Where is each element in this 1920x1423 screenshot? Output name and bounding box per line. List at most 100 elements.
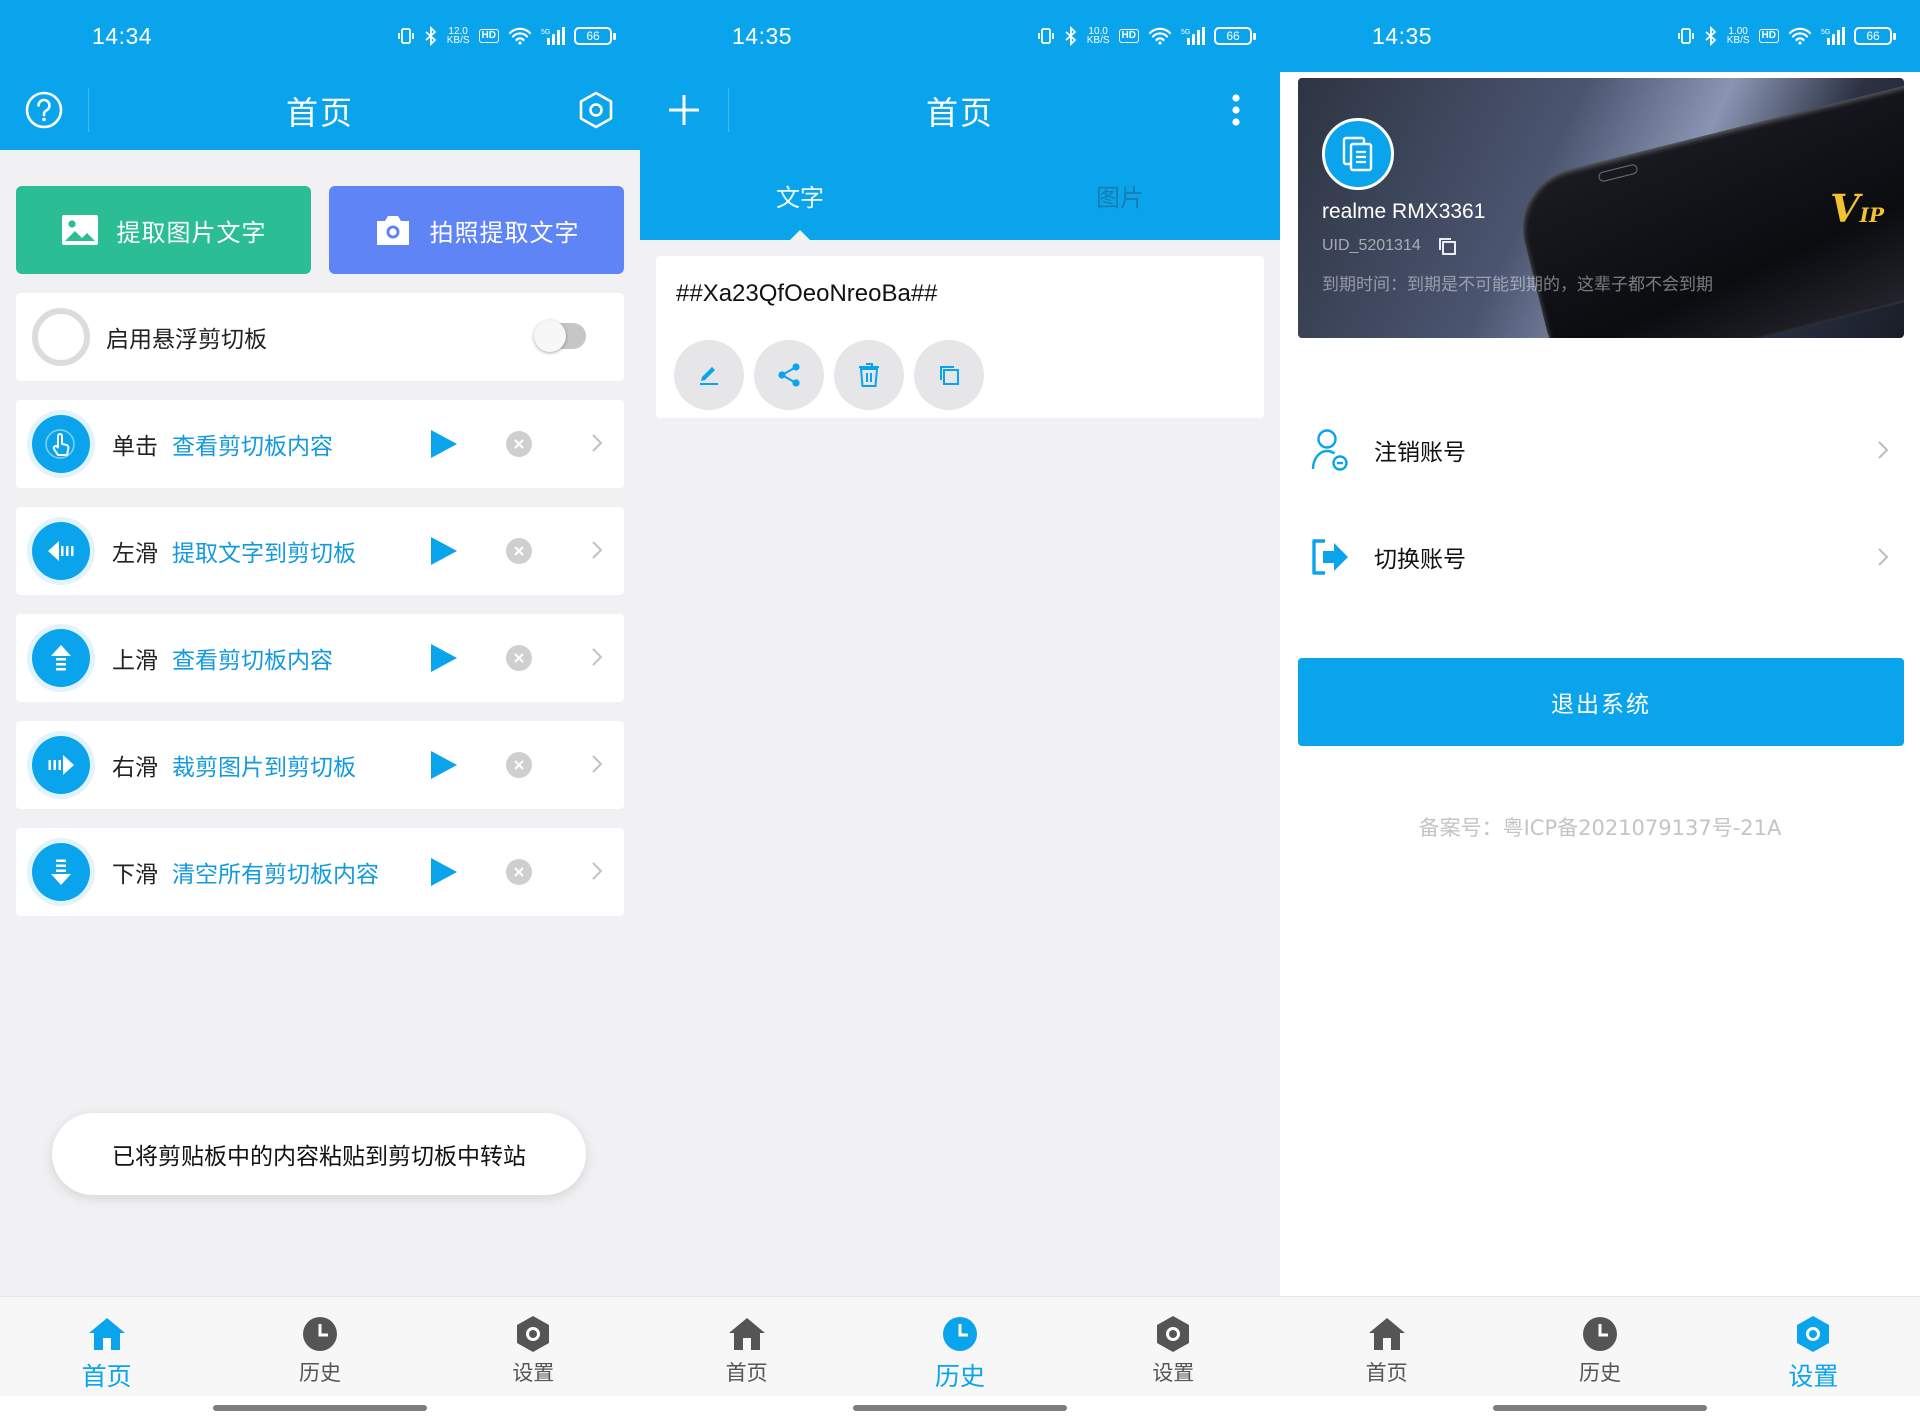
play-icon[interactable] (428, 857, 458, 887)
home-indicator[interactable] (213, 1405, 427, 1411)
gesture-row-swipe-left[interactable]: 左滑 提取文字到剪切板 (16, 507, 624, 595)
toolbar-separator (728, 88, 729, 132)
nav-history-label: 历史 (298, 1361, 341, 1385)
floating-clipboard-label: 启用悬浮剪切板 (106, 327, 267, 353)
vip-badge: VIP (1830, 186, 1884, 231)
nav-history[interactable]: 历史 (853, 1297, 1066, 1396)
home-indicator[interactable] (853, 1405, 1067, 1411)
help-icon (25, 91, 63, 129)
status-icons: 1.00 KB/S HD 5G 66 (1677, 26, 1896, 46)
battery-indicator: 66 (574, 27, 616, 45)
nav-home[interactable]: 首页 (640, 1297, 853, 1396)
help-button[interactable] (22, 88, 66, 132)
share-button[interactable] (754, 340, 824, 410)
clear-icon[interactable] (506, 538, 532, 564)
status-icons: 10.0 KB/S HD 5G 66 (1037, 26, 1256, 46)
nav-settings[interactable]: 设置 (1067, 1297, 1280, 1396)
gesture-row-tap[interactable]: 单击 查看剪切板内容 (16, 400, 624, 488)
clear-icon[interactable] (506, 752, 532, 778)
photo-extract-text-button[interactable]: 拍照提取文字 (329, 186, 624, 274)
bottom-nav: 首页 历史 设置 (1280, 1296, 1920, 1396)
trash-icon (859, 363, 879, 387)
gesture-action-link[interactable]: 清空所有剪切板内容 (172, 855, 412, 889)
status-time: 14:35 (732, 22, 793, 49)
gesture-action-link[interactable]: 裁剪图片到剪切板 (172, 748, 412, 782)
signal-icon: 5G (541, 27, 565, 45)
logout-arrow-icon (1312, 539, 1348, 575)
nav-history[interactable]: 历史 (1493, 1297, 1706, 1396)
chevron-right-icon (592, 648, 603, 666)
play-icon[interactable] (428, 429, 458, 459)
edit-button[interactable] (674, 340, 744, 410)
nav-history-label: 历史 (934, 1362, 985, 1391)
toolbar: 首页 (0, 72, 640, 150)
status-bar: 14:35 10.0 KB/S HD 5G 66 (640, 0, 1280, 72)
net-speed: 10.0 KB/S (1087, 27, 1110, 46)
nav-home[interactable]: 首页 (0, 1297, 213, 1396)
gesture-row-swipe-up[interactable]: 上滑 查看剪切板内容 (16, 614, 624, 702)
screen-history: 14:35 10.0 KB/S HD 5G 66 首页 文字 图片 ##Xa23… (640, 0, 1280, 1423)
nav-home[interactable]: 首页 (1280, 1297, 1493, 1396)
add-button[interactable] (662, 88, 706, 132)
copy-button[interactable] (914, 340, 984, 410)
nav-settings[interactable]: 设置 (427, 1297, 640, 1396)
play-icon[interactable] (428, 643, 458, 673)
extract-image-text-button[interactable]: 提取图片文字 (16, 186, 311, 274)
tab-image[interactable]: 图片 (960, 150, 1280, 240)
screen-home: 14:34 12.0 KB/S HD 5G 66 首页 提取图片文字 拍照提取文… (0, 0, 640, 1423)
clear-icon[interactable] (506, 645, 532, 671)
copy-icon[interactable] (1437, 236, 1457, 256)
gesture-name: 左滑 (112, 541, 158, 567)
nav-home-label: 首页 (81, 1362, 132, 1391)
delete-button[interactable] (834, 340, 904, 410)
hd-badge: HD (1118, 29, 1139, 43)
menu-cancel-account[interactable]: 注销账号 (1298, 400, 1904, 500)
photo-extract-text-label: 拍照提取文字 (429, 218, 580, 247)
nav-settings-label: 设置 (1152, 1361, 1195, 1385)
floating-clipboard-switch[interactable] (534, 320, 586, 352)
home-icon (88, 1318, 125, 1350)
device-name: realme RMX3361 (1322, 200, 1486, 223)
expire-text: 到期时间：到期是不可能到期的，这辈子都不会到期 (1322, 275, 1713, 295)
play-icon[interactable] (428, 536, 458, 566)
gesture-action-link[interactable]: 提取文字到剪切板 (172, 534, 412, 568)
gesture-row-swipe-down[interactable]: 下滑 清空所有剪切板内容 (16, 828, 624, 916)
arrow-right-icon (32, 736, 90, 794)
chevron-right-icon (1878, 548, 1889, 566)
bottom-nav: 首页 历史 设置 (0, 1296, 640, 1396)
hexagon-settings-icon (1157, 1316, 1190, 1352)
chevron-right-icon (592, 434, 603, 452)
settings-button[interactable] (574, 88, 618, 132)
gesture-action-link[interactable]: 查看剪切板内容 (172, 427, 412, 461)
more-button[interactable] (1214, 88, 1258, 132)
clear-icon[interactable] (506, 859, 532, 885)
clock-icon (302, 1317, 337, 1351)
status-time: 14:35 (1372, 22, 1433, 49)
vip-badge-suffix: IP (1859, 203, 1884, 227)
bottom-nav: 首页 历史 设置 (640, 1296, 1280, 1396)
note-content: ##Xa23QfOeoNreoBa## (676, 280, 938, 307)
home-indicator[interactable] (1493, 1405, 1707, 1411)
status-bar: 14:35 1.00 KB/S HD 5G 66 (1280, 0, 1920, 72)
gesture-action-link[interactable]: 查看剪切板内容 (172, 641, 412, 675)
logout-button[interactable]: 退出系统 (1298, 658, 1904, 746)
play-icon[interactable] (428, 750, 458, 780)
nav-history-label: 历史 (1578, 1361, 1621, 1385)
hexagon-settings-icon (517, 1316, 550, 1352)
bluetooth-icon (1065, 26, 1077, 46)
svg-text:5G: 5G (541, 29, 550, 36)
signal-icon: 5G (1821, 27, 1845, 45)
nav-settings[interactable]: 设置 (1707, 1297, 1920, 1396)
user-remove-icon (1311, 429, 1348, 471)
gesture-row-swipe-right[interactable]: 右滑 裁剪图片到剪切板 (16, 721, 624, 809)
icp-record: 备案号：粤ICP备2021079137号-21A (1418, 816, 1782, 840)
menu-switch-account[interactable]: 切换账号 (1298, 507, 1904, 607)
vibrate-icon (397, 28, 414, 44)
signal-icon: 5G (1181, 27, 1205, 45)
clear-icon[interactable] (506, 431, 532, 457)
nav-history[interactable]: 历史 (213, 1297, 426, 1396)
tap-icon (32, 415, 90, 473)
tab-text[interactable]: 文字 (640, 150, 960, 240)
toolbar-separator (88, 88, 89, 132)
hd-badge: HD (1758, 29, 1779, 43)
